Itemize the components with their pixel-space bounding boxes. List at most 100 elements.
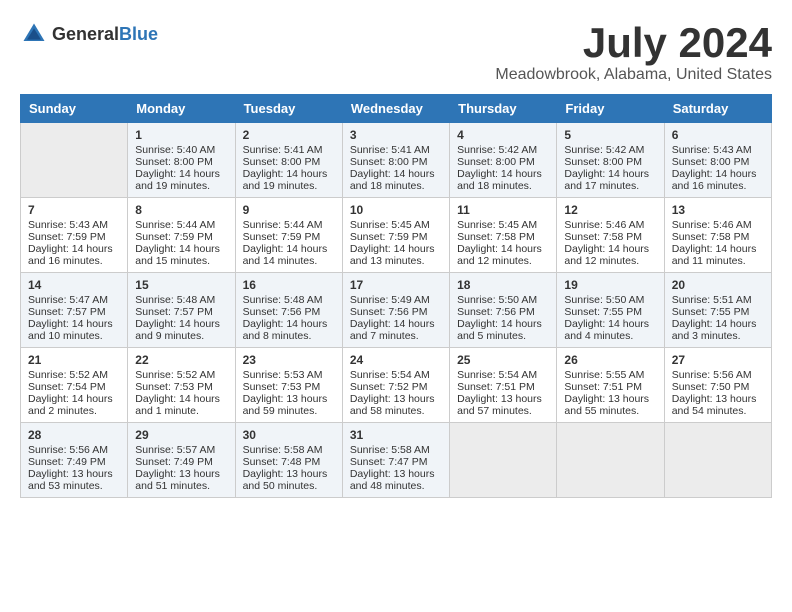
cell-content-line: Sunset: 7:58 PM	[564, 231, 656, 243]
cell-content-line: Sunrise: 5:58 AM	[350, 444, 442, 456]
cell-content-line: and 2 minutes.	[28, 405, 120, 417]
cell-content-line: Daylight: 14 hours	[135, 318, 227, 330]
cell-content-line: Daylight: 14 hours	[457, 168, 549, 180]
calendar-cell: 17Sunrise: 5:49 AMSunset: 7:56 PMDayligh…	[342, 273, 449, 348]
day-number: 25	[457, 353, 549, 367]
cell-content-line: Sunset: 7:56 PM	[457, 306, 549, 318]
cell-content-line: Daylight: 14 hours	[28, 318, 120, 330]
calendar-week-row: 28Sunrise: 5:56 AMSunset: 7:49 PMDayligh…	[21, 423, 772, 498]
cell-content-line: Sunset: 7:56 PM	[350, 306, 442, 318]
cell-content-line: Daylight: 14 hours	[243, 318, 335, 330]
day-number: 7	[28, 203, 120, 217]
cell-content-line: Daylight: 13 hours	[350, 468, 442, 480]
day-number: 6	[672, 128, 764, 142]
cell-content-line: and 59 minutes.	[243, 405, 335, 417]
day-number: 29	[135, 428, 227, 442]
day-number: 12	[564, 203, 656, 217]
calendar-week-row: 21Sunrise: 5:52 AMSunset: 7:54 PMDayligh…	[21, 348, 772, 423]
cell-content-line: Sunset: 7:56 PM	[243, 306, 335, 318]
day-number: 28	[28, 428, 120, 442]
cell-content-line: Daylight: 14 hours	[135, 243, 227, 255]
cell-content-line: and 19 minutes.	[135, 180, 227, 192]
day-number: 19	[564, 278, 656, 292]
day-number: 22	[135, 353, 227, 367]
cell-content-line: Daylight: 14 hours	[350, 318, 442, 330]
cell-content-line: Sunset: 8:00 PM	[672, 156, 764, 168]
cell-content-line: and 57 minutes.	[457, 405, 549, 417]
cell-content-line: and 58 minutes.	[350, 405, 442, 417]
calendar-cell: 3Sunrise: 5:41 AMSunset: 8:00 PMDaylight…	[342, 123, 449, 198]
cell-content-line: and 16 minutes.	[672, 180, 764, 192]
calendar-week-row: 7Sunrise: 5:43 AMSunset: 7:59 PMDaylight…	[21, 198, 772, 273]
day-number: 5	[564, 128, 656, 142]
cell-content-line: Sunrise: 5:41 AM	[243, 144, 335, 156]
day-number: 30	[243, 428, 335, 442]
cell-content-line: Sunset: 7:54 PM	[28, 381, 120, 393]
weekday-header: Sunday	[21, 95, 128, 123]
day-number: 15	[135, 278, 227, 292]
cell-content-line: Daylight: 13 hours	[457, 393, 549, 405]
cell-content-line: Daylight: 14 hours	[243, 243, 335, 255]
cell-content-line: Sunrise: 5:40 AM	[135, 144, 227, 156]
day-number: 31	[350, 428, 442, 442]
calendar-cell: 26Sunrise: 5:55 AMSunset: 7:51 PMDayligh…	[557, 348, 664, 423]
title-block: July 2024 Meadowbrook, Alabama, United S…	[495, 20, 772, 84]
day-number: 2	[243, 128, 335, 142]
calendar-cell: 10Sunrise: 5:45 AMSunset: 7:59 PMDayligh…	[342, 198, 449, 273]
cell-content-line: Sunrise: 5:56 AM	[672, 369, 764, 381]
day-number: 8	[135, 203, 227, 217]
calendar-cell: 23Sunrise: 5:53 AMSunset: 7:53 PMDayligh…	[235, 348, 342, 423]
cell-content-line: Daylight: 13 hours	[564, 393, 656, 405]
cell-content-line: Sunrise: 5:43 AM	[672, 144, 764, 156]
cell-content-line: and 7 minutes.	[350, 330, 442, 342]
calendar-cell: 9Sunrise: 5:44 AMSunset: 7:59 PMDaylight…	[235, 198, 342, 273]
cell-content-line: Sunrise: 5:55 AM	[564, 369, 656, 381]
day-number: 9	[243, 203, 335, 217]
day-number: 4	[457, 128, 549, 142]
cell-content-line: Sunset: 7:49 PM	[135, 456, 227, 468]
calendar-cell: 1Sunrise: 5:40 AMSunset: 8:00 PMDaylight…	[128, 123, 235, 198]
cell-content-line: Sunrise: 5:42 AM	[457, 144, 549, 156]
cell-content-line: Sunset: 7:57 PM	[28, 306, 120, 318]
calendar-cell: 27Sunrise: 5:56 AMSunset: 7:50 PMDayligh…	[664, 348, 771, 423]
cell-content-line: and 8 minutes.	[243, 330, 335, 342]
cell-content-line: and 18 minutes.	[350, 180, 442, 192]
day-number: 3	[350, 128, 442, 142]
cell-content-line: Sunrise: 5:47 AM	[28, 294, 120, 306]
cell-content-line: Sunset: 8:00 PM	[457, 156, 549, 168]
weekday-header: Friday	[557, 95, 664, 123]
cell-content-line: and 11 minutes.	[672, 255, 764, 267]
calendar-cell: 13Sunrise: 5:46 AMSunset: 7:58 PMDayligh…	[664, 198, 771, 273]
cell-content-line: Sunrise: 5:46 AM	[564, 219, 656, 231]
cell-content-line: and 3 minutes.	[672, 330, 764, 342]
calendar-cell: 18Sunrise: 5:50 AMSunset: 7:56 PMDayligh…	[450, 273, 557, 348]
cell-content-line: Daylight: 14 hours	[350, 168, 442, 180]
cell-content-line: and 54 minutes.	[672, 405, 764, 417]
calendar-cell	[664, 423, 771, 498]
cell-content-line: and 1 minute.	[135, 405, 227, 417]
cell-content-line: and 53 minutes.	[28, 480, 120, 492]
month-year-title: July 2024	[495, 20, 772, 66]
calendar-cell: 7Sunrise: 5:43 AMSunset: 7:59 PMDaylight…	[21, 198, 128, 273]
cell-content-line: Sunrise: 5:50 AM	[457, 294, 549, 306]
cell-content-line: Sunset: 7:57 PM	[135, 306, 227, 318]
calendar-header-row: SundayMondayTuesdayWednesdayThursdayFrid…	[21, 95, 772, 123]
cell-content-line: and 12 minutes.	[564, 255, 656, 267]
cell-content-line: Sunrise: 5:52 AM	[135, 369, 227, 381]
cell-content-line: Sunrise: 5:45 AM	[350, 219, 442, 231]
calendar-cell: 8Sunrise: 5:44 AMSunset: 7:59 PMDaylight…	[128, 198, 235, 273]
cell-content-line: Daylight: 13 hours	[243, 468, 335, 480]
cell-content-line: Sunrise: 5:46 AM	[672, 219, 764, 231]
logo-general: General	[52, 24, 119, 45]
cell-content-line: Sunset: 7:58 PM	[672, 231, 764, 243]
cell-content-line: Daylight: 14 hours	[350, 243, 442, 255]
calendar-cell: 19Sunrise: 5:50 AMSunset: 7:55 PMDayligh…	[557, 273, 664, 348]
calendar-cell	[450, 423, 557, 498]
day-number: 13	[672, 203, 764, 217]
cell-content-line: Sunrise: 5:44 AM	[135, 219, 227, 231]
calendar-cell: 25Sunrise: 5:54 AMSunset: 7:51 PMDayligh…	[450, 348, 557, 423]
cell-content-line: and 5 minutes.	[457, 330, 549, 342]
cell-content-line: Sunset: 8:00 PM	[564, 156, 656, 168]
day-number: 14	[28, 278, 120, 292]
calendar-cell: 11Sunrise: 5:45 AMSunset: 7:58 PMDayligh…	[450, 198, 557, 273]
